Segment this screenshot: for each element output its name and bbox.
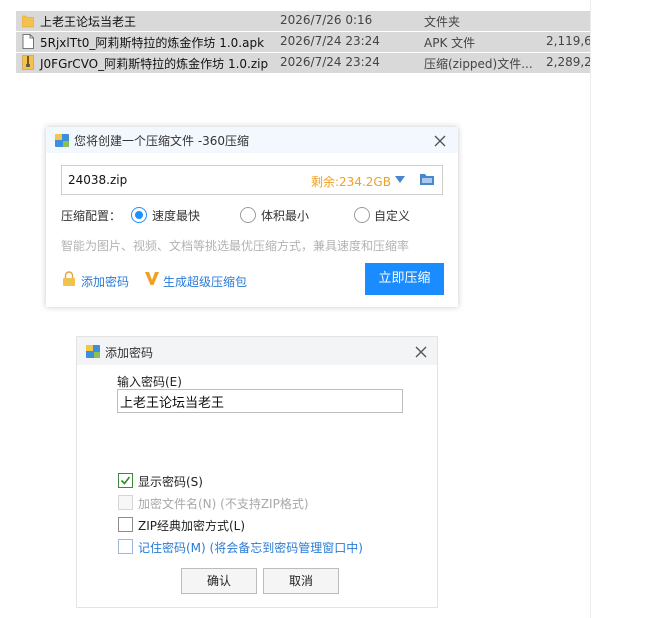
add-password-link[interactable]: 添加密码 <box>81 273 129 290</box>
show-password-checkbox[interactable] <box>118 473 133 488</box>
file-row[interactable]: 上老王论坛当老王 2026/7/26 0:16 文件夹 <box>16 11 590 31</box>
confirm-button[interactable]: 确认 <box>181 568 257 594</box>
vip-v-icon <box>145 272 159 285</box>
lock-icon <box>63 271 75 286</box>
file-name: J0FGrCVO_阿莉斯特拉的炼金作坊 1.0.zip <box>40 57 269 71</box>
dialog-title: 添加密码 <box>105 346 154 360</box>
zip-filename-field[interactable]: 24038.zip 剩余:234.2GB <box>61 165 443 195</box>
password-input-label: 输入密码(E) <box>117 375 182 389</box>
cancel-button[interactable]: 取消 <box>263 568 339 594</box>
remember-password-checkbox[interactable] <box>118 539 133 554</box>
radio-custom[interactable] <box>354 207 370 223</box>
file-date: 2026/7/24 23:24 <box>280 55 380 69</box>
dialog-title-bar: 您将创建一个压缩文件 -360压缩 <box>46 127 458 153</box>
show-password-label[interactable]: 显示密码(S) <box>138 473 203 490</box>
file-size: 2,119,6 <box>546 34 590 48</box>
apk-file-icon <box>22 34 34 49</box>
360-zip-logo-icon <box>55 134 69 147</box>
file-name: 5RjxlTt0_阿莉斯特拉的炼金作坊 1.0.apk <box>40 36 265 50</box>
dialog-title: 您将创建一个压缩文件 -360压缩 <box>74 134 250 148</box>
option-smallest-label[interactable]: 体积最小 <box>261 207 309 224</box>
password-dialog: 添加密码 输入密码(E) 上老王论坛当老王 显示密码(S) 加密文件名(N) (… <box>76 336 438 608</box>
file-name: 上老王论坛当老王 <box>40 15 137 29</box>
zip-classic-encryption-checkbox[interactable] <box>118 517 133 532</box>
compress-now-button[interactable]: 立即压缩 <box>365 263 444 295</box>
password-input[interactable]: 上老王论坛当老王 <box>117 389 403 413</box>
zip-file-icon <box>22 55 34 70</box>
file-type: APK 文件 <box>424 36 476 50</box>
close-icon[interactable] <box>413 344 429 360</box>
file-date: 2026/7/24 23:24 <box>280 34 380 48</box>
zip-filename: 24038.zip <box>68 173 128 187</box>
encrypt-filename-checkbox <box>118 495 133 510</box>
file-size: 2,289,2 <box>546 55 590 69</box>
360-zip-logo-icon <box>86 345 100 358</box>
encrypt-filename-label: 加密文件名(N) (不支持ZIP格式) <box>138 497 309 511</box>
radio-fastest[interactable] <box>131 207 147 223</box>
file-type: 文件夹 <box>424 15 461 29</box>
folder-icon <box>22 15 34 28</box>
checkmark-icon <box>120 476 131 485</box>
file-row[interactable]: 5RjxlTt0_阿莉斯特拉的炼金作坊 1.0.apk 2026/7/24 23… <box>16 32 590 52</box>
zip-classic-encryption-label[interactable]: ZIP经典加密方式(L) <box>138 517 245 534</box>
option-fastest-label[interactable]: 速度最快 <box>152 207 200 224</box>
super-package-link[interactable]: 生成超级压缩包 <box>163 273 247 290</box>
compress-dialog: 您将创建一个压缩文件 -360压缩 24038.zip 剩余:234.2GB 压… <box>46 127 458 307</box>
free-space-label: 剩余:234.2GB <box>311 175 391 189</box>
file-date: 2026/7/26 0:16 <box>280 13 373 27</box>
option-custom-label[interactable]: 自定义 <box>374 207 410 224</box>
compress-hint: 智能为图片、视频、文档等挑选最优压缩方式，兼具速度和压缩率 <box>61 239 410 253</box>
folder-browse-icon[interactable] <box>419 172 435 186</box>
radio-smallest[interactable] <box>240 207 256 223</box>
file-row[interactable]: J0FGrCVO_阿莉斯特拉的炼金作坊 1.0.zip 2026/7/24 23… <box>16 53 590 73</box>
password-value: 上老王论坛当老王 <box>120 396 225 411</box>
remember-password-label[interactable]: 记住密码(M) (将会备忘到密码管理窗口中) <box>138 539 363 556</box>
file-type: 压缩(zipped)文件... <box>424 57 533 71</box>
config-label: 压缩配置： <box>61 209 122 223</box>
dropdown-arrow-icon[interactable] <box>394 175 406 184</box>
close-icon[interactable] <box>432 133 448 149</box>
dialog-title-bar: 添加密码 <box>77 337 437 365</box>
pane-divider <box>590 0 591 618</box>
